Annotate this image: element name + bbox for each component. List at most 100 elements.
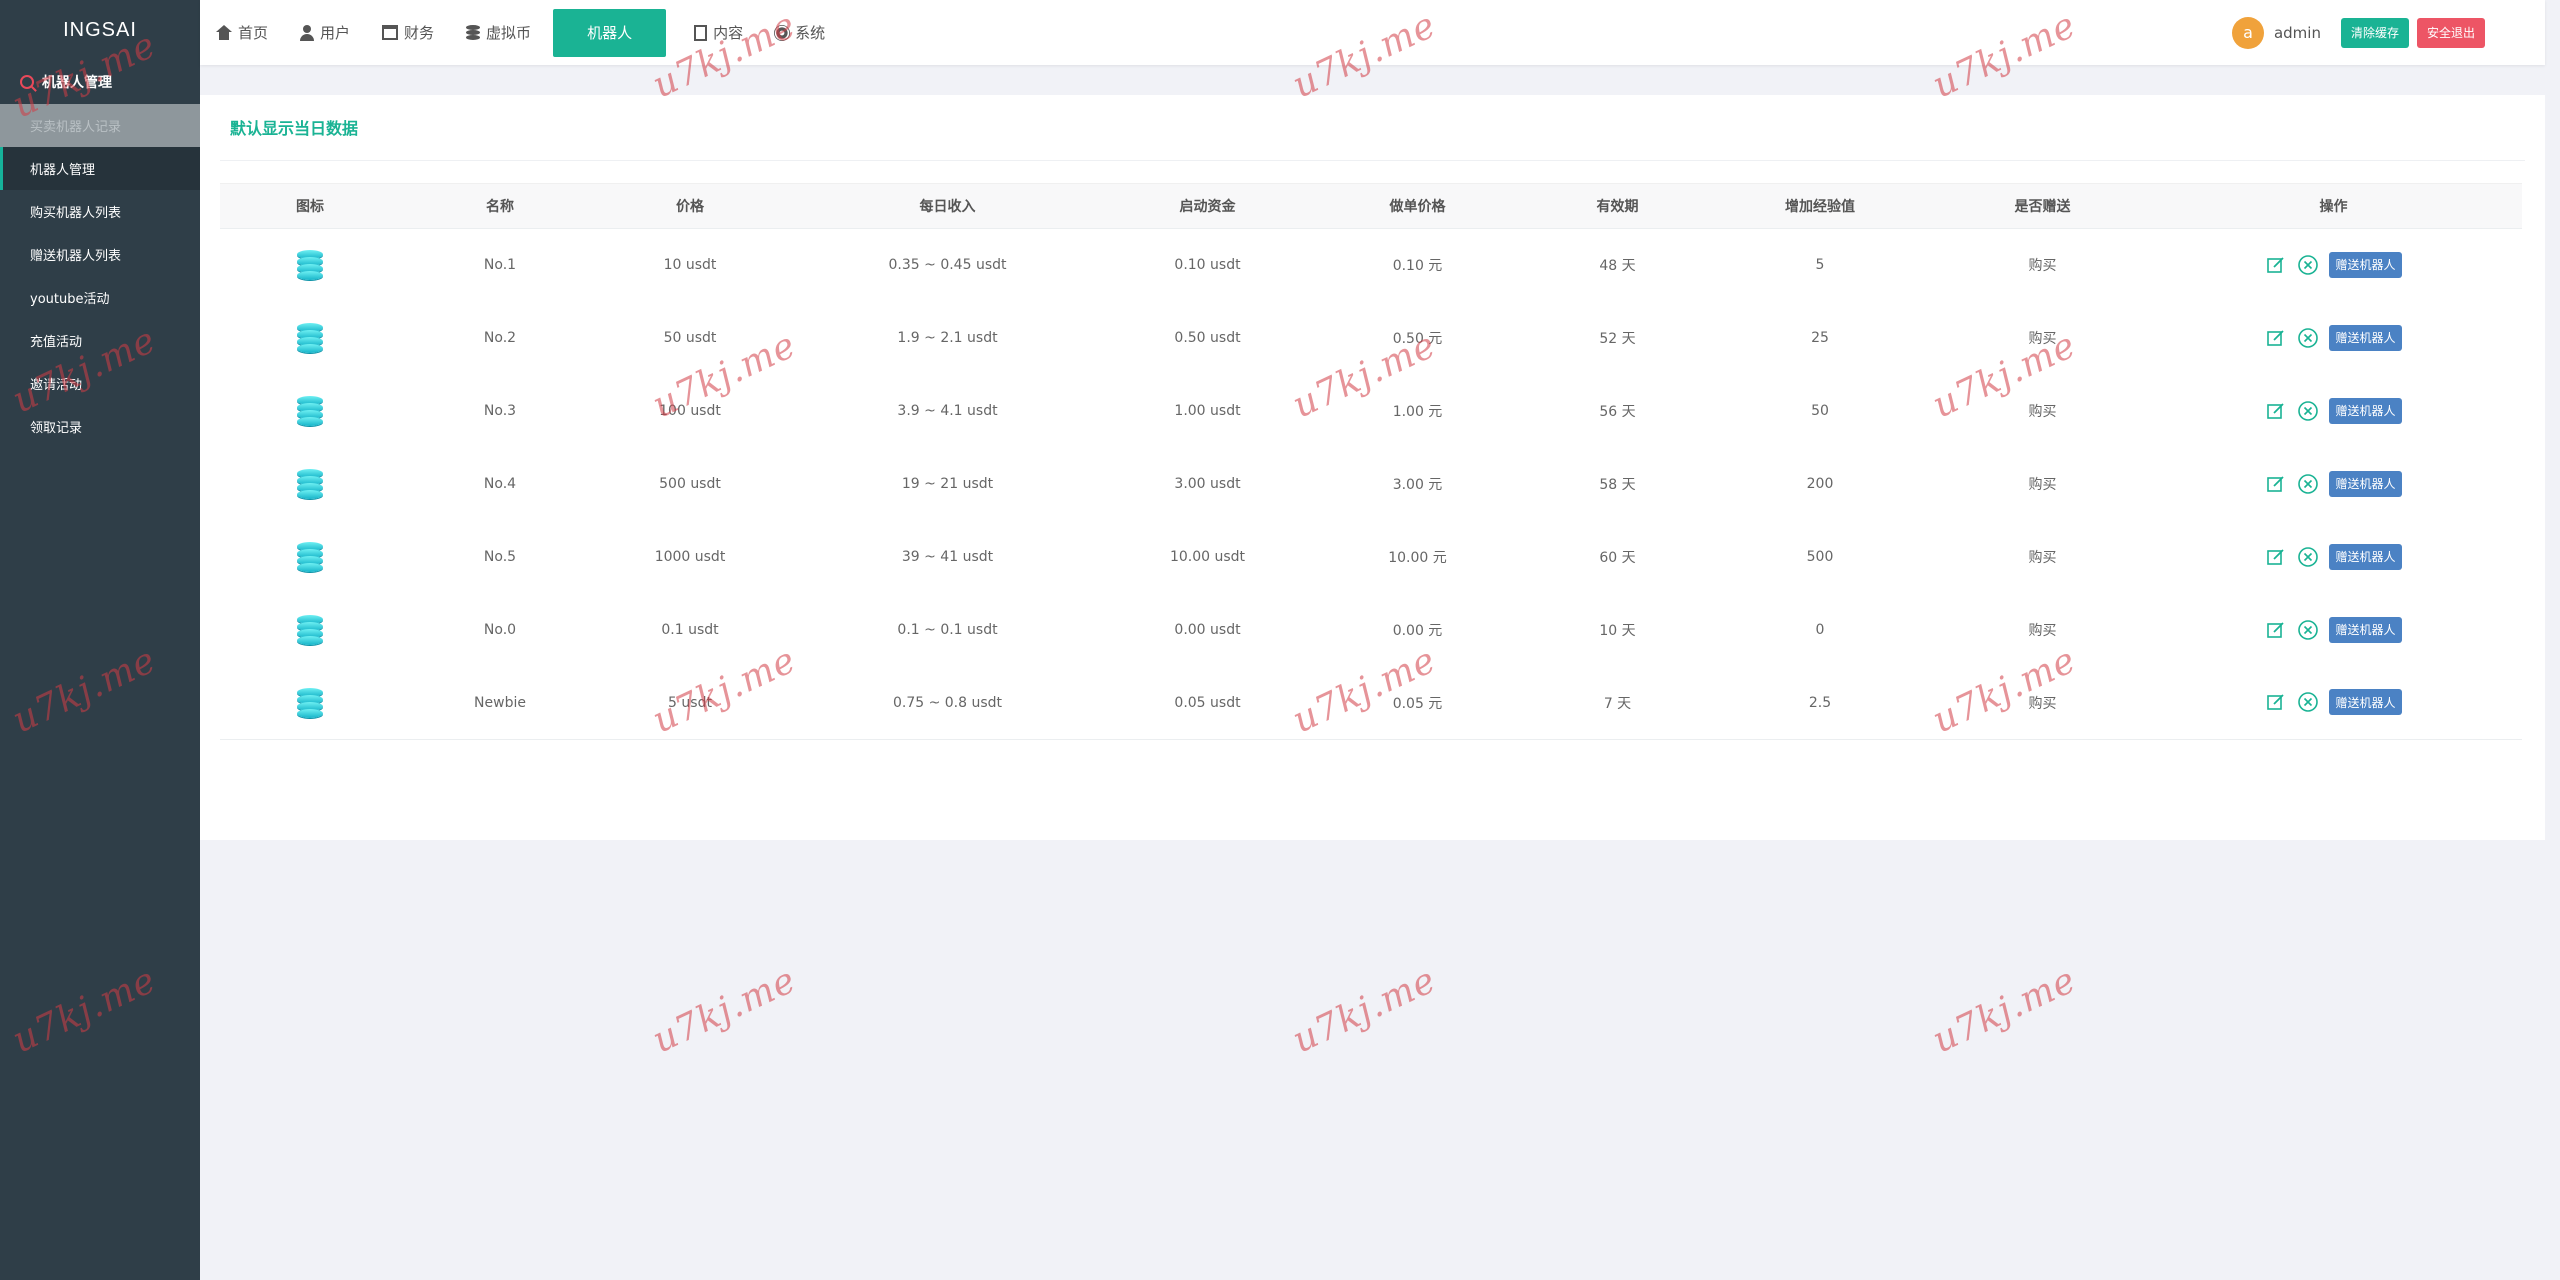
delete-icon[interactable] — [2297, 546, 2319, 568]
cell-price: 0.1 usdt — [661, 622, 719, 638]
gift-robot-button[interactable]: 赠送机器人 — [2329, 543, 2402, 570]
nav-home-label: 首页 — [238, 24, 269, 42]
cell-price: 10 usdt — [663, 257, 717, 274]
clear-cache-button[interactable]: 清除缓存 — [2340, 17, 2409, 48]
col-header-exp: 增加经验值 — [1700, 183, 1940, 229]
sidebar-item-gift-list[interactable]: 赠送机器人列表 — [0, 233, 200, 276]
nav-system-label: 系统 — [795, 24, 826, 42]
cell-gift: 购买 — [2028, 404, 2057, 420]
sidebar-group-robot-management[interactable]: 机器人管理 — [0, 60, 200, 104]
sidebar-item-trade-records[interactable]: 买卖机器人记录 — [0, 104, 200, 147]
edit-icon[interactable] — [2265, 327, 2287, 349]
cell-gift: 购买 — [2028, 477, 2057, 493]
cell-gift: 购买 — [2028, 550, 2057, 566]
col-header-price: 价格 — [600, 183, 780, 229]
nav-crypto[interactable]: 虚拟币 — [450, 9, 547, 57]
cell-name: No.0 — [483, 622, 517, 638]
nav-robot[interactable]: 机器人 — [553, 8, 667, 57]
nav-user-label: 用户 — [320, 24, 351, 42]
cell-daily: 1.9 ~ 2.1 usdt — [897, 330, 998, 346]
col-header-valid: 有效期 — [1535, 183, 1700, 229]
cell-name: No.1 — [483, 257, 517, 274]
sidebar-item-purchase-list[interactable]: 购买机器人列表 — [0, 190, 200, 233]
nav-robot-label: 机器人 — [587, 24, 633, 42]
delete-icon[interactable] — [2297, 254, 2319, 276]
cell-price: 500 usdt — [659, 476, 721, 492]
sidebar-item-youtube[interactable]: youtube活动 — [0, 276, 200, 319]
sidebar-item-robot-management[interactable]: 机器人管理 — [0, 147, 200, 190]
nav-user[interactable]: 用户 — [284, 9, 366, 57]
logout-button[interactable]: 安全退出 — [2416, 17, 2485, 48]
cell-start: 0.05 usdt — [1115, 666, 1300, 740]
cell-price: 50 usdt — [663, 330, 717, 346]
cell-start: 0.10 usdt — [1174, 257, 1241, 274]
gift-robot-button[interactable]: 赠送机器人 — [2329, 397, 2402, 424]
row-actions-cell: 赠送机器人 — [2145, 448, 2522, 521]
row-icon-cell — [220, 229, 400, 302]
nav-home[interactable]: 首页 — [200, 9, 284, 57]
watermark-text: u7kj.me — [1926, 959, 2083, 1062]
col-header-daily: 每日收入 — [780, 183, 1115, 229]
cell-order: 3.00 元 — [1392, 477, 1443, 493]
cell-name: No.2 — [483, 330, 517, 346]
row-icon-cell — [220, 448, 400, 521]
edit-icon[interactable] — [2265, 546, 2287, 568]
col-header-name: 名称 — [400, 183, 600, 229]
col-header-start: 启动资金 — [1115, 183, 1300, 229]
edit-icon[interactable] — [2265, 691, 2287, 713]
gift-robot-button[interactable]: 赠送机器人 — [2329, 470, 2402, 497]
nav-content[interactable]: 内容 — [678, 9, 759, 57]
gift-robot-button[interactable]: 赠送机器人 — [2329, 616, 2402, 643]
cell-start: 0.00 usdt — [1174, 622, 1241, 638]
top-nav: 首页 用户 财务 虚拟币 机器人 内容 系统 — [200, 0, 841, 65]
gear-icon — [776, 26, 788, 39]
row-icon-cell — [220, 375, 400, 448]
delete-icon[interactable] — [2297, 327, 2319, 349]
database-icon — [466, 24, 481, 41]
row-icon-cell — [220, 521, 400, 594]
nav-crypto-label: 虚拟币 — [486, 24, 532, 42]
delete-icon[interactable] — [2297, 619, 2319, 641]
gift-robot-button[interactable]: 赠送机器人 — [2329, 689, 2402, 716]
cell-daily: 0.35 ~ 0.45 usdt — [888, 257, 1007, 274]
cell-daily: 3.9 ~ 4.1 usdt — [897, 403, 998, 419]
edit-icon[interactable] — [2265, 400, 2287, 422]
nav-finance-label: 财务 — [404, 24, 435, 42]
cell-valid: 52 天 — [1599, 331, 1636, 347]
col-header-order: 做单价格 — [1300, 183, 1535, 229]
cell-start: 10.00 usdt — [1169, 549, 1246, 565]
nav-finance[interactable]: 财务 — [366, 9, 450, 57]
gift-robot-button[interactable]: 赠送机器人 — [2329, 324, 2402, 351]
edit-icon[interactable] — [2265, 254, 2287, 276]
coin-stack-icon — [297, 323, 323, 353]
cell-order: 1.00 元 — [1392, 404, 1443, 420]
watermark-text: u7kj.me — [1286, 959, 1443, 1062]
cell-order: 0.00 元 — [1392, 623, 1443, 639]
sidebar-item-recharge[interactable]: 充值活动 — [0, 319, 200, 362]
cell-valid: 7 天 — [1535, 666, 1700, 740]
cell-valid: 56 天 — [1599, 404, 1636, 420]
sidebar-item-invite[interactable]: 邀请活动 — [0, 362, 200, 405]
delete-icon[interactable] — [2297, 400, 2319, 422]
edit-icon[interactable] — [2265, 619, 2287, 641]
cell-valid: 60 天 — [1599, 550, 1636, 566]
sidebar: INGSAI 机器人管理 买卖机器人记录 机器人管理 购买机器人列表 赠送机器人… — [0, 0, 200, 1280]
cell-price: 1000 usdt — [654, 549, 726, 565]
user-box: a admin 清除缓存 安全退出 — [2231, 0, 2485, 65]
edit-icon[interactable] — [2265, 473, 2287, 495]
coin-stack-icon — [297, 615, 323, 645]
cell-daily: 39 ~ 41 usdt — [901, 549, 994, 565]
search-icon — [20, 75, 34, 89]
sidebar-item-claim-records[interactable]: 领取记录 — [0, 405, 200, 448]
col-header-actions: 操作 — [2145, 183, 2522, 229]
cell-exp: 500 — [1806, 549, 1834, 565]
delete-icon[interactable] — [2297, 691, 2319, 713]
home-icon — [216, 24, 232, 41]
delete-icon[interactable] — [2297, 473, 2319, 495]
nav-system[interactable]: 系统 — [759, 9, 841, 57]
gift-robot-button[interactable]: 赠送机器人 — [2329, 251, 2402, 278]
table-row: No.1 10 usdt 0.35 ~ 0.45 usdt 0.10 usdt 0.10… — [220, 229, 2522, 302]
cell-gift: 购买 — [2028, 331, 2057, 347]
avatar[interactable]: a — [2231, 16, 2264, 49]
cell-daily: 0.1 ~ 0.1 usdt — [897, 622, 998, 638]
